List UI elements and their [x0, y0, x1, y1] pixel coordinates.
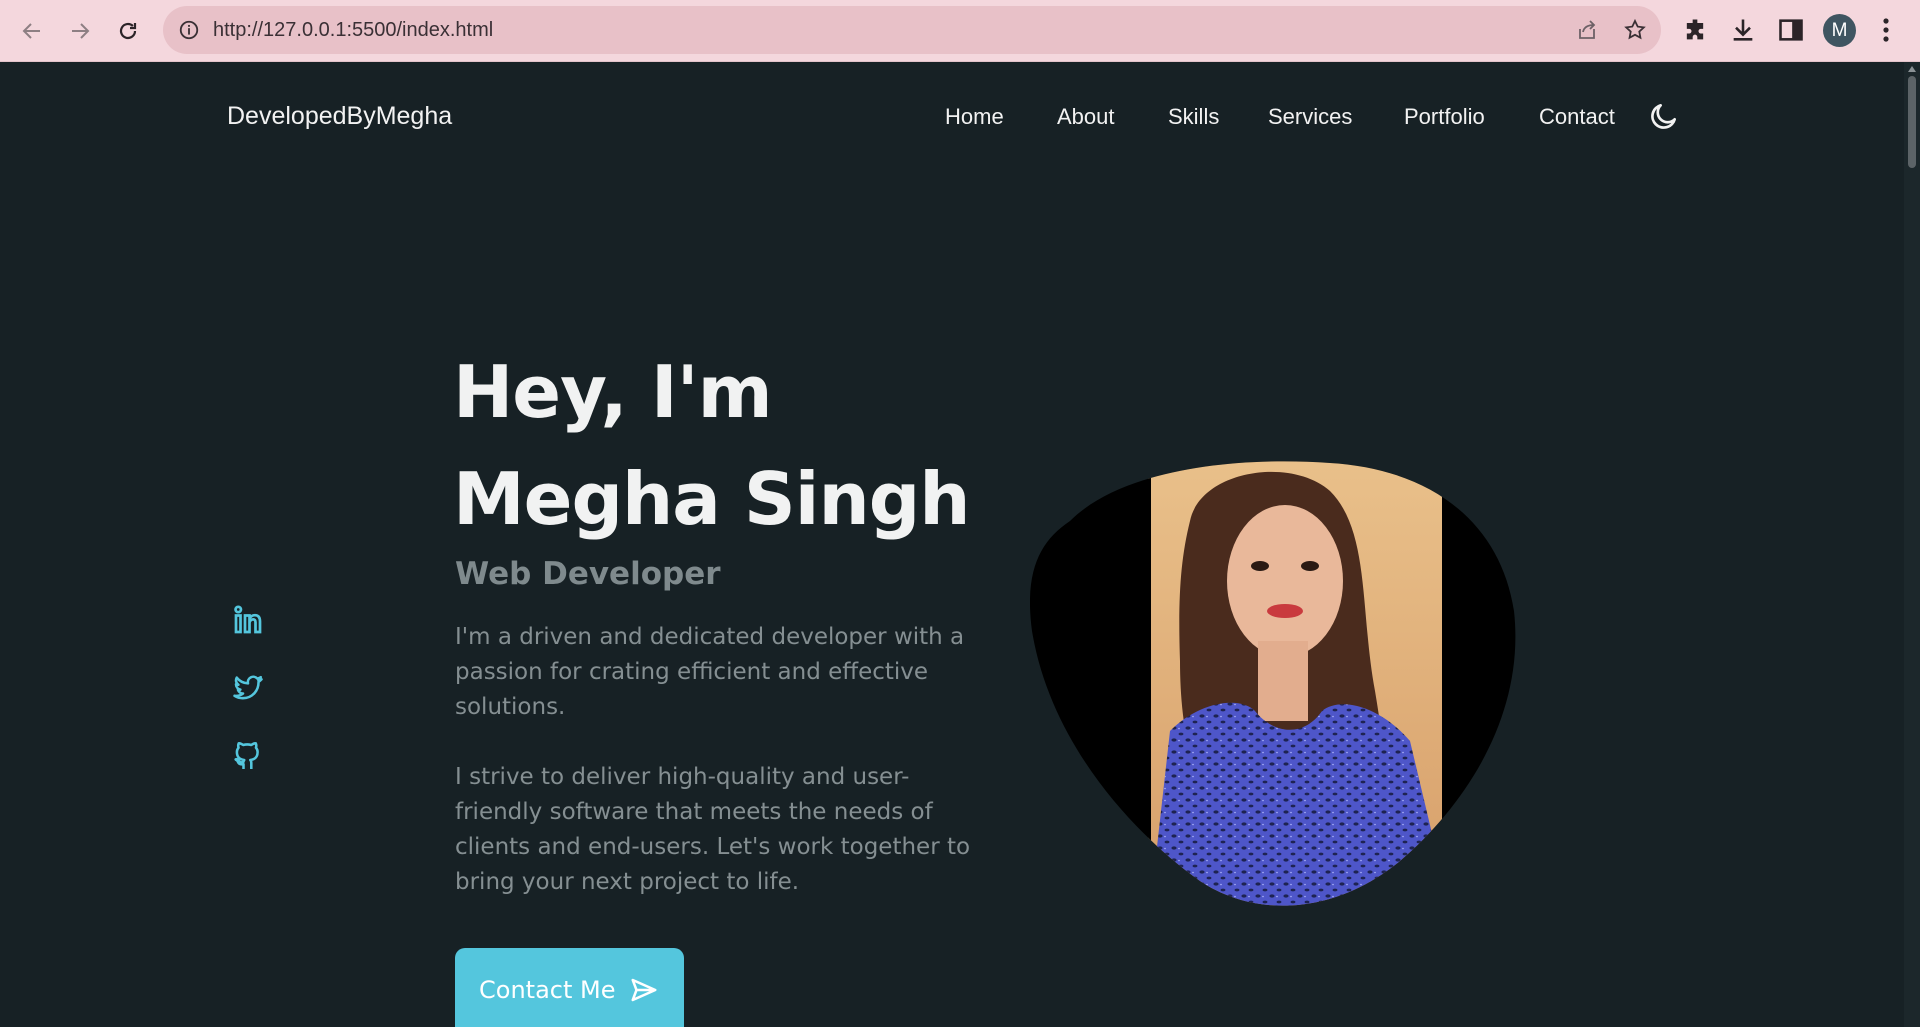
nav-contact[interactable]: Contact	[1539, 104, 1615, 130]
linkedin-icon[interactable]	[230, 602, 266, 638]
hero-detail-paragraph: I strive to deliver high-quality and use…	[455, 764, 971, 895]
send-icon	[631, 978, 657, 1002]
hero-title-line1: Hey, I'm	[453, 350, 773, 434]
nav-services[interactable]: Services	[1268, 104, 1352, 130]
arrow-right-icon	[72, 23, 90, 39]
site-logo[interactable]: DevelopedByMegha	[227, 102, 452, 131]
nav-about[interactable]: About	[1057, 104, 1115, 130]
forward-button[interactable]	[62, 13, 98, 49]
download-icon[interactable]	[1729, 16, 1757, 44]
profile-avatar[interactable]: M	[1823, 14, 1856, 47]
address-bar[interactable]: http://127.0.0.1:5500/index.html	[163, 6, 1661, 54]
reload-button[interactable]	[110, 13, 146, 49]
nav-portfolio[interactable]: Portfolio	[1404, 104, 1485, 130]
site-info-icon[interactable]	[177, 18, 201, 42]
extensions-puzzle-icon[interactable]	[1681, 16, 1709, 44]
kebab-menu-icon[interactable]	[1876, 16, 1896, 44]
share-icon[interactable]	[1575, 18, 1599, 42]
hero-subtitle: Web Developer	[455, 556, 721, 592]
back-button[interactable]	[14, 13, 50, 49]
contact-me-label: Contact Me	[479, 976, 616, 1004]
github-icon[interactable]	[230, 739, 266, 775]
nav-skills[interactable]: Skills	[1168, 104, 1219, 130]
scrollbar-thumb[interactable]	[1908, 76, 1916, 168]
reload-icon	[119, 22, 137, 40]
side-panel-icon[interactable]	[1777, 16, 1805, 44]
vertical-scrollbar[interactable]	[1904, 62, 1920, 1027]
twitter-icon[interactable]	[230, 670, 266, 706]
hero-intro-paragraph: I'm a driven and dedicated developer wit…	[455, 624, 965, 720]
profile-photo-blob	[1030, 461, 1516, 906]
scroll-up-arrow[interactable]	[1908, 66, 1916, 72]
url-text[interactable]: http://127.0.0.1:5500/index.html	[213, 6, 493, 54]
nav-home[interactable]: Home	[945, 104, 1004, 130]
moon-icon[interactable]	[1648, 100, 1680, 132]
contact-me-button[interactable]: Contact Me	[455, 948, 684, 1027]
hero-title-line2: Megha Singh	[453, 457, 971, 541]
bookmark-star-icon[interactable]	[1623, 18, 1647, 42]
arrow-left-icon	[22, 23, 40, 39]
page-viewport: DevelopedByMegha Home About Skills Servi…	[0, 62, 1904, 1027]
browser-toolbar: http://127.0.0.1:5500/index.html M	[0, 0, 1920, 62]
